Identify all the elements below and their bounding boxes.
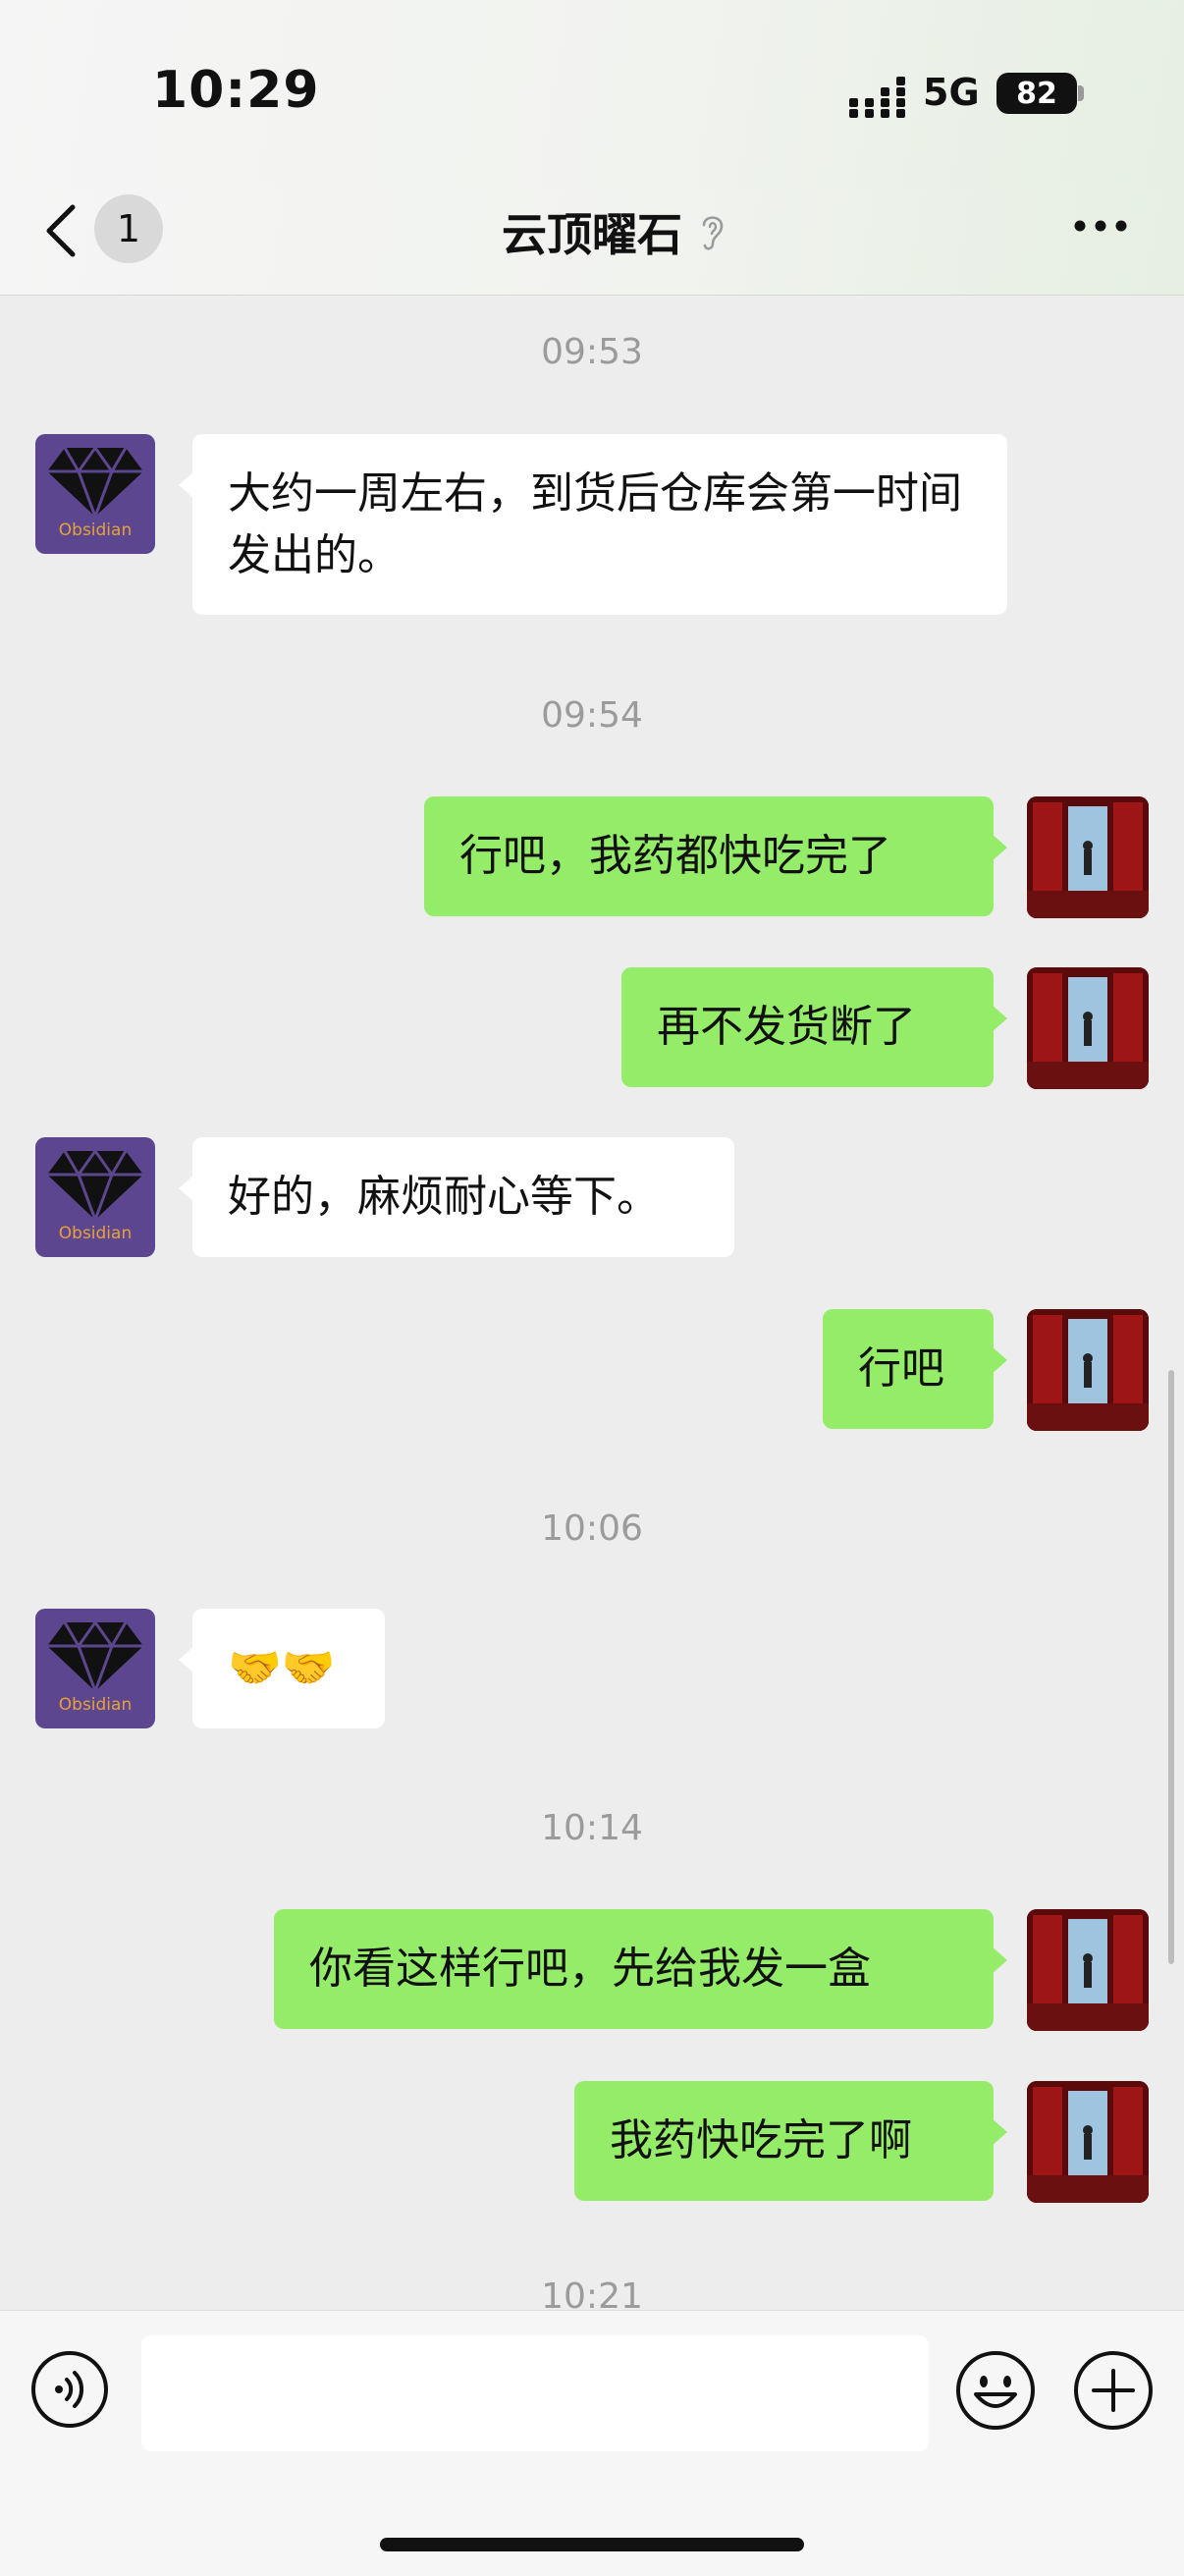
network-type: 5G (923, 71, 980, 114)
avatar-label: Obsidian (58, 521, 133, 540)
user-avatar-image (1027, 1909, 1149, 2031)
diamond-logo-icon (47, 445, 143, 521)
contact-avatar[interactable]: Obsidian (35, 1609, 155, 1728)
user-avatar-image (1027, 967, 1149, 1089)
sent-message-bubble[interactable]: 你看这样行吧，先给我发一盒 (274, 1909, 1007, 2029)
my-avatar[interactable] (1027, 2081, 1149, 2203)
sent-message-bubble[interactable]: 行吧，我药都快吃完了 (424, 796, 1007, 916)
contact-avatar[interactable]: Obsidian (35, 1137, 155, 1257)
earpiece-mode-icon (702, 216, 724, 250)
user-avatar-image (1027, 1309, 1149, 1431)
diamond-logo-icon (47, 1148, 143, 1225)
chat-scrollbar[interactable] (1168, 1370, 1174, 1964)
status-time: 10:29 (152, 61, 320, 120)
my-avatar[interactable] (1027, 1909, 1149, 2031)
message-timestamp: 09:53 (541, 332, 643, 372)
sent-message-bubble[interactable]: 再不发货断了 (621, 967, 1007, 1087)
message-timestamp: 10:06 (541, 1508, 643, 1549)
battery-cap (1078, 85, 1084, 101)
my-avatar[interactable] (1027, 1309, 1149, 1431)
message-timestamp: 09:54 (541, 695, 643, 736)
avatar-label: Obsidian (58, 1224, 133, 1243)
received-message-bubble[interactable]: 好的，麻烦耐心等下。 (179, 1137, 734, 1257)
cellular-signal-icon (849, 77, 905, 118)
message-timestamp: 10:14 (541, 1808, 643, 1848)
diamond-logo-icon (47, 1619, 143, 1696)
more-actions-plus-icon[interactable] (1072, 2349, 1155, 2432)
emoji-icon[interactable] (954, 2349, 1037, 2432)
battery-icon: 82 (996, 73, 1077, 114)
home-indicator[interactable] (380, 2538, 804, 2551)
my-avatar[interactable] (1027, 796, 1149, 918)
user-avatar-image (1027, 796, 1149, 918)
more-options-icon[interactable] (1072, 218, 1129, 234)
received-message-bubble[interactable]: 大约一周左右，到货后仓库会第一时间发出的。 (179, 434, 1007, 615)
user-avatar-image (1027, 2081, 1149, 2203)
received-emoji-bubble[interactable]: 🤝🤝 (179, 1609, 385, 1728)
chat-title: 云顶曜石 (502, 208, 682, 261)
sent-message-bubble[interactable]: 我药快吃完了啊 (574, 2081, 1007, 2201)
avatar-label: Obsidian (58, 1695, 133, 1715)
voice-input-icon[interactable] (29, 2349, 110, 2430)
contact-avatar[interactable]: Obsidian (35, 434, 155, 554)
message-input[interactable] (141, 2335, 929, 2451)
battery-level: 82 (1016, 76, 1057, 111)
my-avatar[interactable] (1027, 967, 1149, 1089)
sent-message-bubble[interactable]: 行吧 (823, 1309, 1007, 1429)
